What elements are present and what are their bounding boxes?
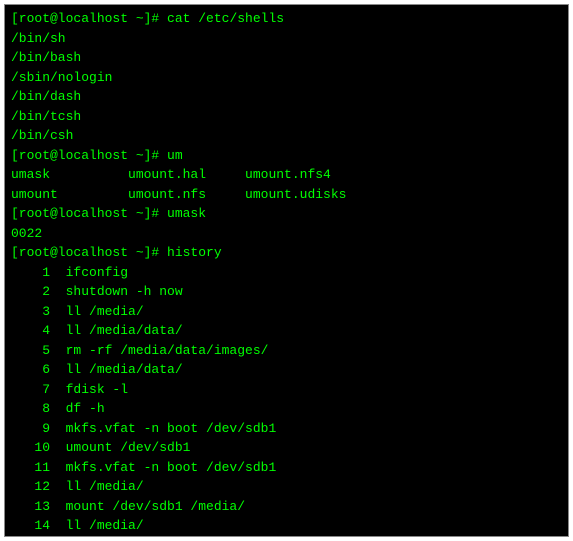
output-line: /bin/dash <box>11 87 562 107</box>
command-line-history: [root@localhost ~]# history <box>11 243 562 263</box>
command-line-um: [root@localhost ~]# um <box>11 146 562 166</box>
output-line: 0022 <box>11 224 562 244</box>
history-entry: 3 ll /media/ <box>11 302 562 322</box>
output-line: /bin/csh <box>11 126 562 146</box>
history-entry: 10 umount /dev/sdb1 <box>11 438 562 458</box>
output-line: /bin/tcsh <box>11 107 562 127</box>
history-entry: 1 ifconfig <box>11 263 562 283</box>
command-text: cat /etc/shells <box>167 11 284 26</box>
history-entry: 11 mkfs.vfat -n boot /dev/sdb1 <box>11 458 562 478</box>
history-entry: 4 ll /media/data/ <box>11 321 562 341</box>
tab-completion-line: umount umount.nfs umount.udisks <box>11 185 562 205</box>
output-line: /bin/sh <box>11 29 562 49</box>
command-text: history <box>167 245 222 260</box>
history-entry: 6 ll /media/data/ <box>11 360 562 380</box>
history-output: 1 ifconfig 2 shutdown -h now 3 ll /media… <box>11 263 562 538</box>
command-text: um <box>167 148 183 163</box>
shell-prompt: [root@localhost ~]# <box>11 245 167 260</box>
command-text: umask <box>167 206 206 221</box>
output-line: /bin/bash <box>11 48 562 68</box>
history-entry: 8 df -h <box>11 399 562 419</box>
history-entry: 15 umount /media/ <box>11 536 562 538</box>
shell-prompt: [root@localhost ~]# <box>11 206 167 221</box>
output-line: /sbin/nologin <box>11 68 562 88</box>
history-entry: 5 rm -rf /media/data/images/ <box>11 341 562 361</box>
shell-prompt: [root@localhost ~]# <box>11 148 167 163</box>
terminal-window[interactable]: [root@localhost ~]# cat /etc/shells /bin… <box>4 4 569 537</box>
shell-prompt: [root@localhost ~]# <box>11 11 167 26</box>
history-entry: 7 fdisk -l <box>11 380 562 400</box>
history-entry: 12 ll /media/ <box>11 477 562 497</box>
tab-completion-line: umask umount.hal umount.nfs4 <box>11 165 562 185</box>
history-entry: 14 ll /media/ <box>11 516 562 536</box>
command-line-cat: [root@localhost ~]# cat /etc/shells <box>11 9 562 29</box>
command-line-umask: [root@localhost ~]# umask <box>11 204 562 224</box>
history-entry: 13 mount /dev/sdb1 /media/ <box>11 497 562 517</box>
history-entry: 2 shutdown -h now <box>11 282 562 302</box>
history-entry: 9 mkfs.vfat -n boot /dev/sdb1 <box>11 419 562 439</box>
